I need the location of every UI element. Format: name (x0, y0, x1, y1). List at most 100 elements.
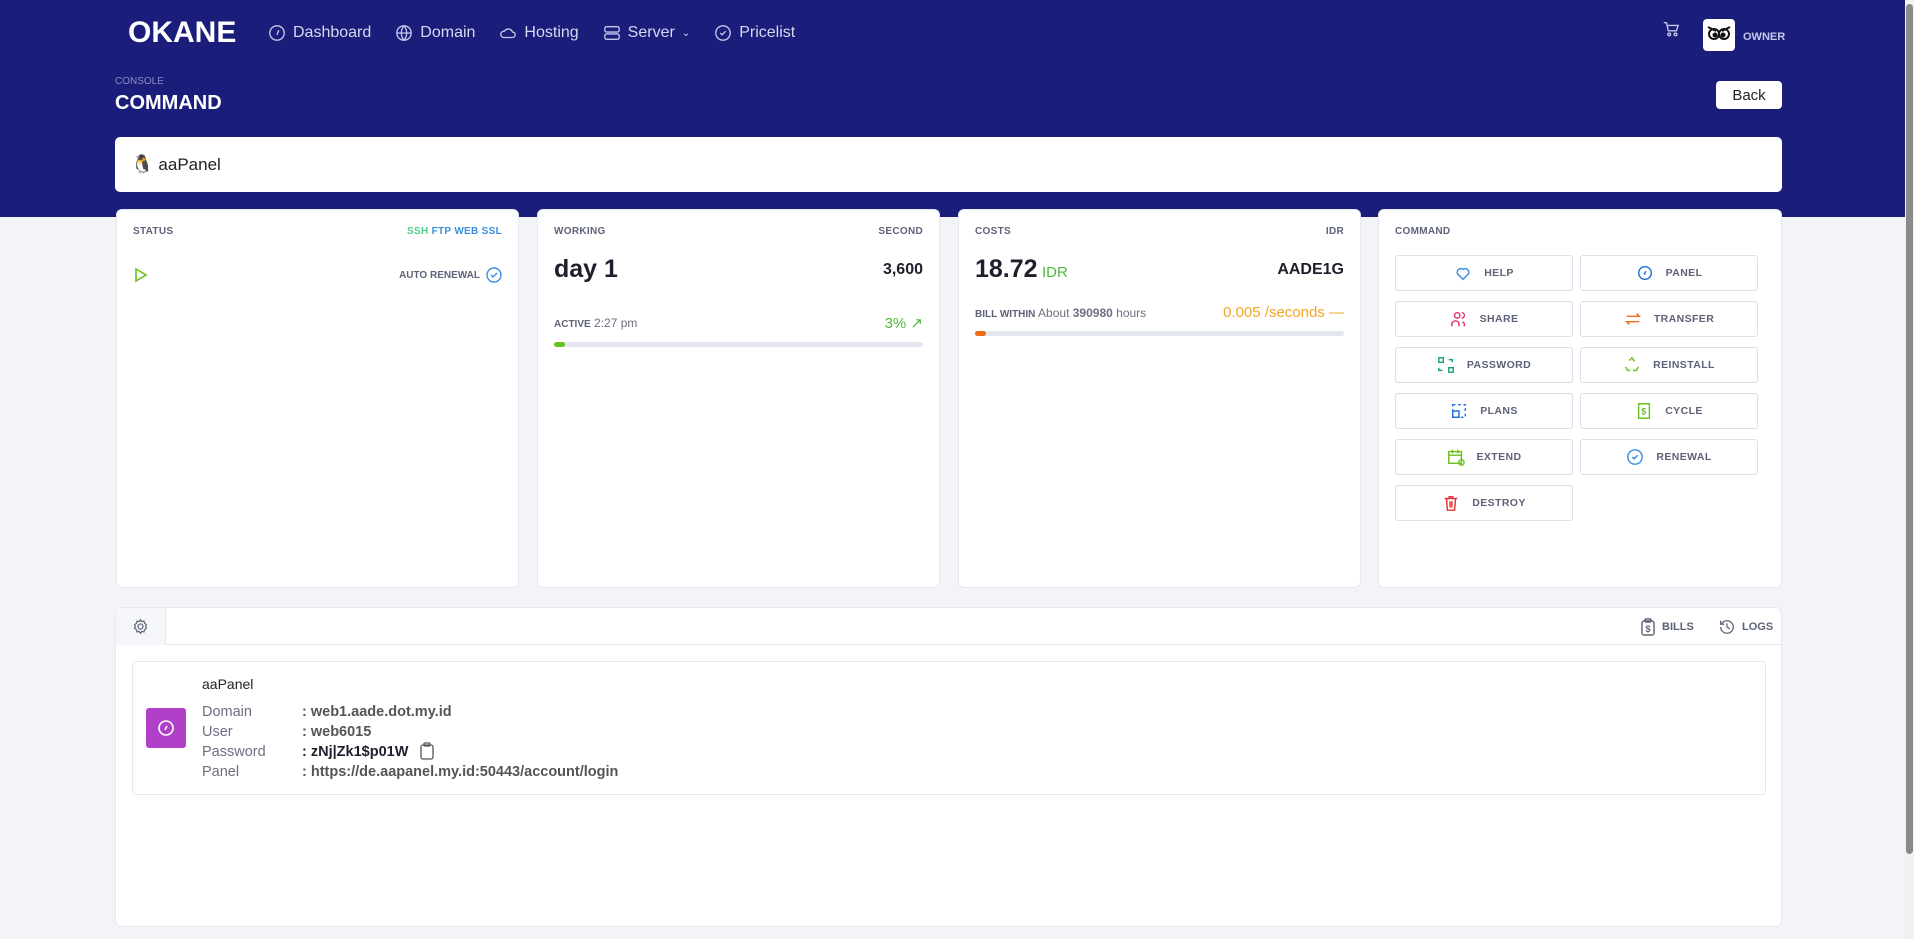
nav-label: Pricelist (739, 24, 796, 41)
button-label: DESTROY (1472, 497, 1526, 509)
card-title: WORKING (554, 226, 606, 237)
bill-label: BILL WITHIN (975, 308, 1036, 320)
gear-icon (133, 618, 148, 635)
nav-domain[interactable]: Domain (395, 24, 475, 42)
plan-code: AADE1G (1277, 260, 1344, 278)
field-user: User : web6015 (202, 722, 618, 742)
cost-amount: 18.72 (975, 255, 1038, 283)
panel-icon (1637, 265, 1652, 281)
field-key: User (202, 724, 233, 740)
cost-rate: 0.005 /seconds (1223, 304, 1325, 321)
button-label: PLANS (1480, 405, 1518, 417)
cycle-icon: $ (1638, 403, 1651, 419)
button-label: SHARE (1479, 313, 1519, 325)
nav-dashboard[interactable]: Dashboard (268, 24, 371, 42)
auto-renewal-label: AUTO RENEWAL (399, 269, 480, 281)
logo[interactable]: OKANE (128, 16, 236, 50)
working-seconds: 3,600 (882, 260, 923, 278)
cart-icon[interactable] (1662, 20, 1680, 38)
back-button[interactable]: Back (1716, 81, 1782, 109)
cycle-button[interactable]: $ CYCLE (1580, 393, 1758, 429)
tag-ftp: FTP (431, 226, 452, 237)
transfer-button[interactable]: TRANSFER (1580, 301, 1758, 337)
user-role[interactable]: OWNER (1743, 31, 1785, 43)
working-days: day 1 (554, 255, 618, 283)
extend-button[interactable]: EXTEND (1395, 439, 1573, 475)
card-title: COSTS (975, 226, 1011, 237)
field-key: Domain (202, 704, 252, 720)
field-key: Password (202, 744, 266, 760)
card-title: STATUS (133, 226, 174, 237)
panel-button[interactable]: PANEL (1580, 255, 1758, 291)
bill-unit: hours (1116, 305, 1147, 320)
destroy-button[interactable]: DESTROY (1395, 485, 1573, 521)
tab-settings[interactable] (116, 608, 166, 645)
details-tabs: $ BILLS LOGS (116, 608, 1781, 645)
command-card: COMMAND HELP PANEL SHARE TRANSFER PASSWORD RE… (1378, 209, 1782, 588)
scrollbar[interactable] (1905, 0, 1914, 939)
history-icon (1720, 620, 1734, 634)
clipboard-icon[interactable] (420, 742, 435, 760)
svg-text:$: $ (1646, 624, 1651, 634)
status-card: STATUS SSH FTP WEB SSL AUTO RENEWAL (116, 209, 519, 588)
server-info-name: aaPanel (202, 676, 254, 692)
field-password: Password : zNj|Zk1$p01W (202, 742, 618, 762)
nav-label: Hosting (524, 24, 579, 41)
help-button[interactable]: HELP (1395, 255, 1573, 291)
reinstall-button[interactable]: REINSTALL (1580, 347, 1758, 383)
button-label: PANEL (1665, 267, 1703, 279)
tab-bills[interactable]: $ BILLS (1640, 618, 1694, 636)
button-label: RENEWAL (1656, 451, 1712, 463)
server-icon (603, 26, 620, 40)
scrollbar-thumb[interactable] (1906, 4, 1913, 854)
card-currency: IDR (1325, 226, 1344, 237)
minus-icon: — (1329, 304, 1344, 321)
details-panel: $ BILLS LOGS aaPanel Domain : web1.aade.do… (115, 607, 1782, 927)
nav-server[interactable]: Server ⌄ (603, 24, 691, 42)
transfer-icon (1624, 313, 1641, 325)
button-label: REINSTALL (1653, 359, 1715, 371)
working-percent: 3% (884, 315, 907, 332)
button-label: HELP (1484, 267, 1514, 279)
badge-check-icon (715, 25, 732, 41)
renewal-icon (1627, 449, 1644, 465)
password-icon (1437, 357, 1454, 373)
plans-button[interactable]: PLANS (1395, 393, 1573, 429)
renewal-button[interactable]: RENEWAL (1580, 439, 1758, 475)
check-circle-icon[interactable] (486, 267, 502, 283)
tag-ssl: SSL (481, 226, 502, 237)
password-button[interactable]: PASSWORD (1395, 347, 1573, 383)
chevron-down-icon: ⌄ (681, 27, 691, 39)
field-value[interactable]: : web1.aade.dot.my.id (302, 702, 452, 722)
bill-hours: 390980 (1072, 305, 1113, 320)
cost-currency: IDR (1042, 264, 1068, 281)
field-value[interactable]: : web6015 (302, 722, 371, 742)
field-value[interactable]: : zNj|Zk1$p01W (302, 742, 408, 762)
share-icon (1450, 311, 1465, 327)
destroy-icon (1444, 495, 1458, 511)
tag-web: WEB (454, 226, 479, 237)
plans-icon (1452, 403, 1467, 419)
reinstall-icon (1625, 356, 1640, 372)
button-label: PASSWORD (1466, 359, 1532, 371)
nav-hosting[interactable]: Hosting (499, 24, 579, 42)
button-label: EXTEND (1476, 451, 1522, 463)
nav-label: Dashboard (293, 24, 372, 41)
nav-label: Domain (420, 24, 476, 41)
play-icon[interactable] (133, 267, 149, 283)
field-value[interactable]: : https://de.aapanel.my.id:50443/account… (302, 762, 618, 782)
tab-label: LOGS (1742, 621, 1774, 633)
cloud-icon (500, 28, 517, 39)
nav-pricelist[interactable]: Pricelist (714, 24, 795, 42)
tab-label: BILLS (1662, 621, 1694, 633)
page-title: COMMAND (115, 92, 222, 114)
field-panel: Panel : https://de.aapanel.my.id:50443/ac… (202, 762, 618, 782)
active-label: ACTIVE (554, 319, 591, 330)
tab-logs[interactable]: LOGS (1718, 618, 1773, 636)
linux-icon: 🐧 (131, 154, 154, 174)
button-label: CYCLE (1665, 405, 1703, 417)
card-title: COMMAND (1395, 226, 1451, 237)
field-key: Panel (202, 764, 240, 780)
avatar[interactable] (1703, 19, 1735, 51)
share-button[interactable]: SHARE (1395, 301, 1573, 337)
